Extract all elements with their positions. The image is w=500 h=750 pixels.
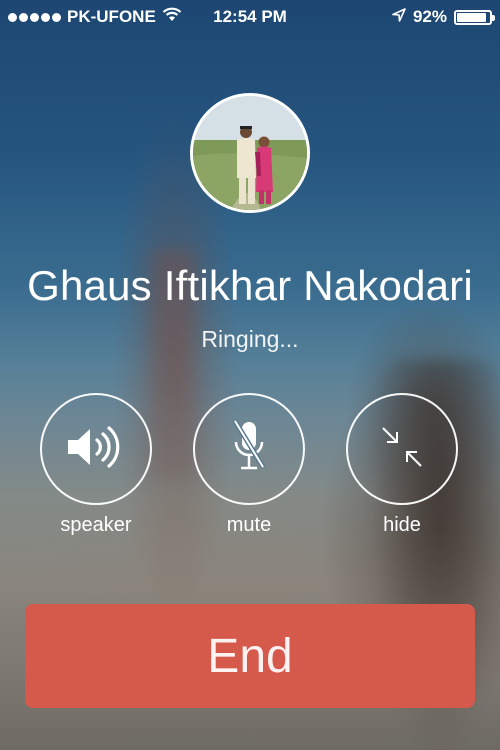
caller-avatar <box>190 93 310 213</box>
end-call-label: End <box>207 629 293 683</box>
speaker-icon <box>64 423 128 476</box>
end-call-button[interactable]: End <box>25 604 475 708</box>
mute-button[interactable] <box>193 393 305 505</box>
microphone-muted-icon <box>229 418 269 481</box>
mute-label: mute <box>226 514 272 536</box>
location-arrow-icon <box>392 7 406 27</box>
collapse-arrows-icon <box>380 425 424 474</box>
status-right: 92% <box>392 7 495 27</box>
mute-control: mute <box>191 393 307 537</box>
speaker-label: speaker <box>60 514 132 536</box>
hide-control: hide <box>344 393 460 537</box>
battery-percent: 92% <box>412 7 447 26</box>
speaker-button[interactable] <box>40 393 152 505</box>
avatar-photo <box>193 96 307 210</box>
hide-button[interactable] <box>346 393 458 505</box>
call-screen: PK-UFONE 12:54 PM 92% Ghaus Iftikhar Nak… <box>0 0 500 750</box>
battery-icon <box>454 9 495 25</box>
status-bar: PK-UFONE 12:54 PM 92% <box>0 0 500 34</box>
battery-fill <box>457 12 487 22</box>
hide-label: hide <box>383 514 421 536</box>
call-status: Ringing... <box>201 326 299 352</box>
speaker-control: speaker <box>38 393 154 537</box>
caller-name: Ghaus Iftikhar Nakodari <box>27 262 473 309</box>
